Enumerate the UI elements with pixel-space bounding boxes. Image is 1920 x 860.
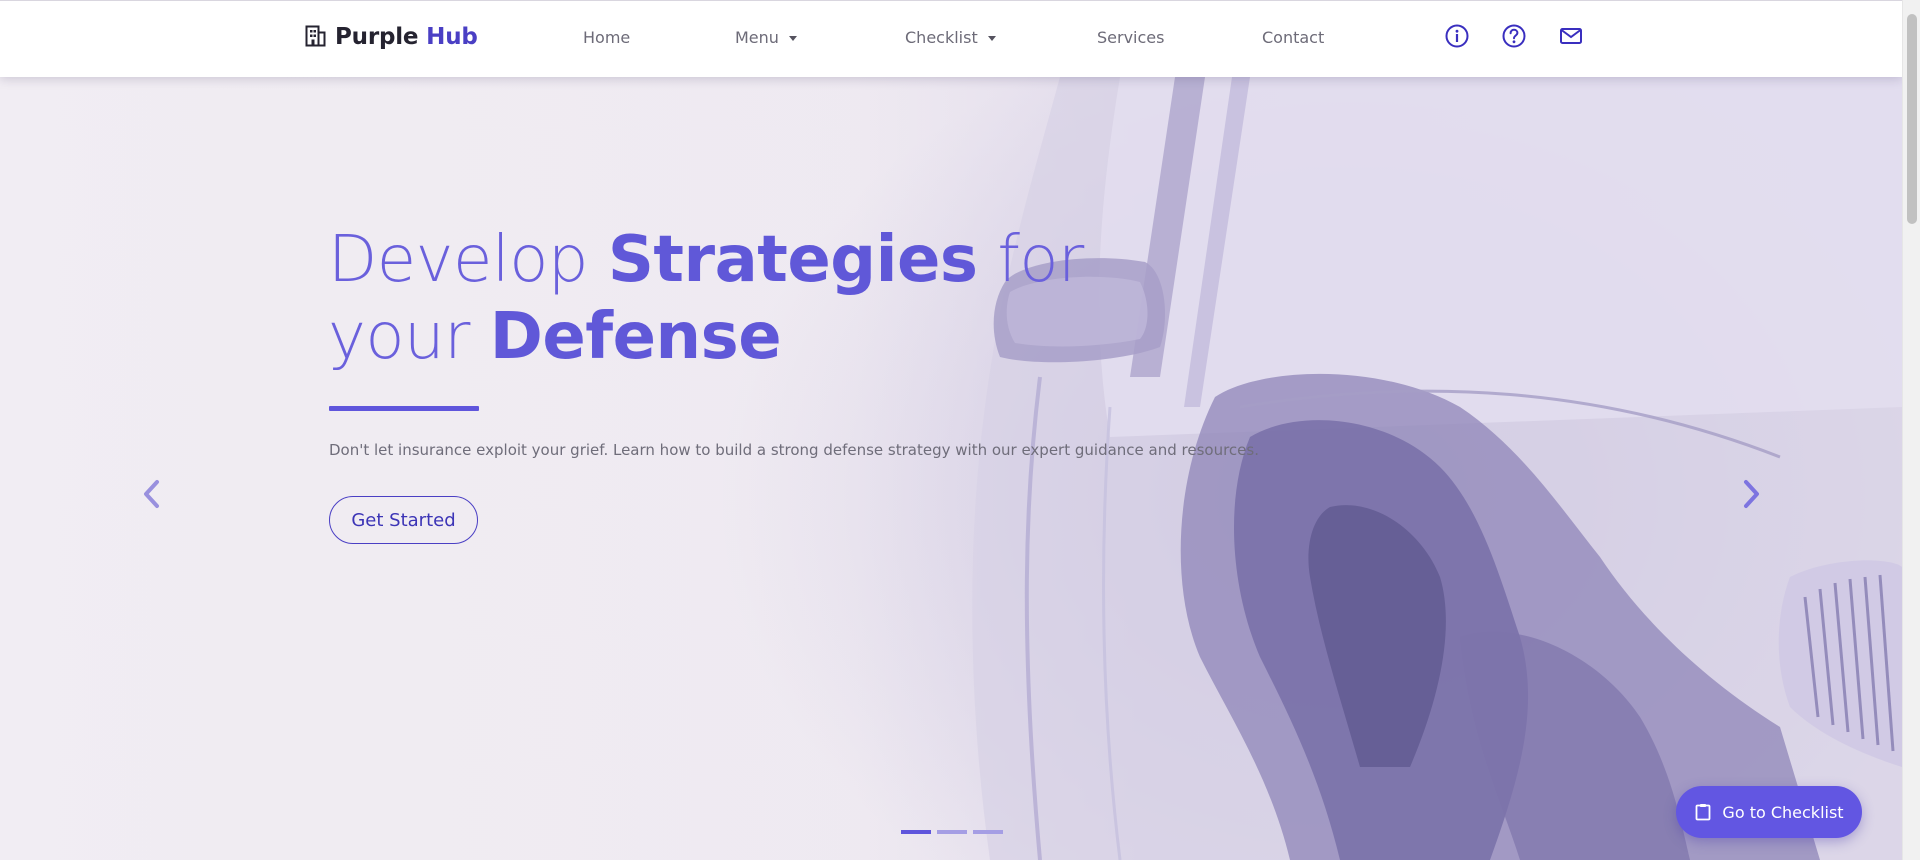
brand-logo-link[interactable]: Purple Hub [305,19,478,55]
chevron-right-icon [1740,474,1764,514]
headline-part-4: your [328,300,490,374]
caret-down-icon [788,35,797,41]
headline-strong-strategies: Strategies [607,223,978,297]
nav-item-contact[interactable]: Contact [1262,1,1324,73]
nav-item-label: Menu [735,27,779,47]
brand-name: Purple Hub [335,24,478,50]
mail-icon[interactable] [1558,23,1584,49]
brand-name-primary: Purple [335,24,419,50]
page-scrollbar[interactable] [1902,0,1920,860]
brand-name-accent: Hub [426,24,478,50]
nav-item-label: Home [583,27,631,47]
help-icon[interactable] [1501,23,1527,49]
nav-item-label: Contact [1262,27,1325,47]
hero-tagline: Don't let insurance exploit your grief. … [329,441,1259,459]
carousel-indicators [901,830,1003,834]
headline-part-1: Develop [328,223,608,297]
headline-part-3: for [977,223,1084,297]
headline-strong-defense: Defense [489,300,782,374]
go-to-checklist-label: Go to Checklist [1722,802,1844,822]
carousel-next-button[interactable] [1740,474,1764,514]
clipboard-icon [1694,803,1712,821]
hero-carousel: Develop Strategies for your Defense Don't… [0,77,1902,860]
carousel-prev-button[interactable] [139,474,163,514]
caret-down-icon [987,35,996,41]
chevron-left-icon [139,474,163,514]
carousel-indicator-3[interactable] [973,830,1003,834]
go-to-checklist-button[interactable]: Go to Checklist [1676,786,1862,838]
get-started-button[interactable]: Get Started [329,496,478,544]
hero-headline: Develop Strategies for your Defense [328,222,1084,376]
scrollbar-thumb[interactable] [1907,14,1917,224]
nav-item-menu[interactable]: Menu [735,1,797,73]
wrecked-car-photo [0,77,1902,860]
nav-item-label: Services [1097,27,1165,47]
building-icon [305,23,327,52]
info-icon[interactable] [1444,23,1470,49]
nav-item-services[interactable]: Services [1097,1,1164,73]
carousel-indicator-1[interactable] [901,830,931,834]
nav-item-label: Checklist [905,27,978,47]
carousel-indicator-2[interactable] [937,830,967,834]
top-navigation-bar: Purple Hub Home Menu Checklist Services … [0,0,1902,77]
nav-item-checklist[interactable]: Checklist [905,1,996,73]
headline-underline [329,406,479,411]
nav-item-home[interactable]: Home [583,1,630,73]
